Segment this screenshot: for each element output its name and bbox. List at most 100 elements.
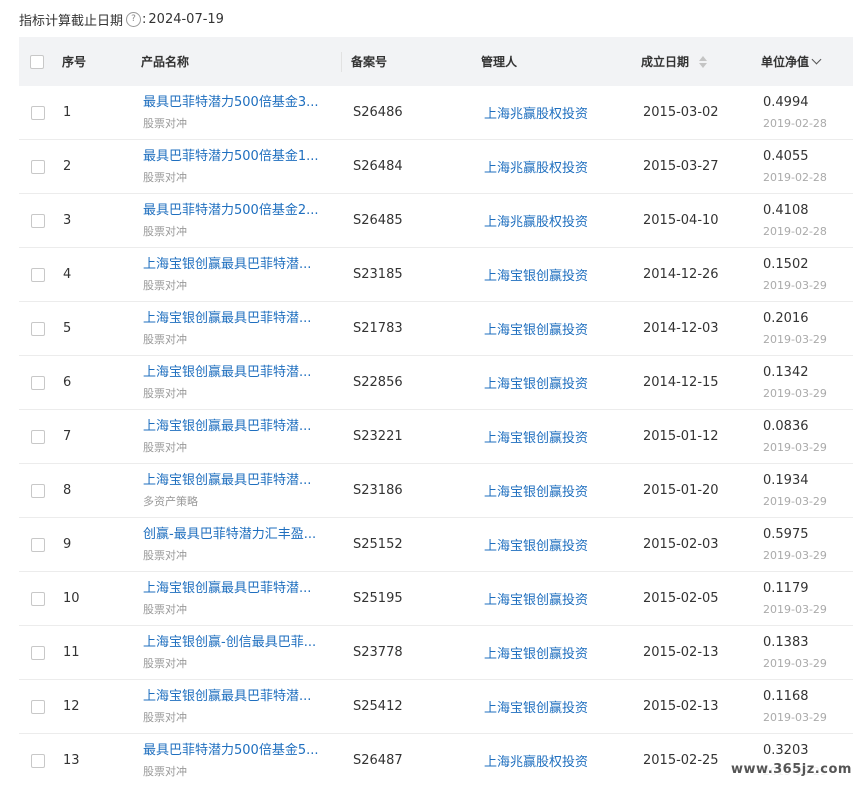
manager-link[interactable]: 上海宝银创赢投资 [484,427,588,446]
nav-value: 0.1179 [763,581,809,596]
product-name-link[interactable]: 上海宝银创赢最具巴菲特潜... [143,364,338,381]
table-body: 1 最具巴菲特潜力500倍基金3... 股票对冲 S26486 上海兆赢股权投资… [19,86,853,787]
established-date: 2015-03-02 [643,105,719,120]
product-name-link[interactable]: 上海宝银创赢最具巴菲特潜... [143,310,338,327]
cutoff-date-value: 2024-07-19 [148,11,224,27]
product-name-link[interactable]: 创赢-最具巴菲特潜力汇丰盈... [143,526,338,543]
nav-value: 0.4108 [763,203,809,218]
table-row: 3 最具巴菲特潜力500倍基金2... 股票对冲 S26485 上海兆赢股权投资… [19,194,853,248]
row-checkbox[interactable] [31,105,45,120]
product-cell: 最具巴菲特潜力500倍基金5... 股票对冲 [143,742,338,779]
nav-date: 2019-03-29 [763,657,827,670]
manager-link[interactable]: 上海宝银创赢投资 [484,697,588,716]
nav-cell: 0.1383 2019-03-29 [763,634,827,671]
manager-link[interactable]: 上海宝银创赢投资 [484,643,588,662]
row-checkbox[interactable] [31,321,45,336]
table-row: 11 上海宝银创赢-创信最具巴菲... 股票对冲 S23778 上海宝银创赢投资… [19,626,853,680]
table-row: 4 上海宝银创赢最具巴菲特潜... 股票对冲 S23185 上海宝银创赢投资 2… [19,248,853,302]
established-date: 2015-01-20 [643,483,719,498]
product-name-link[interactable]: 最具巴菲特潜力500倍基金3... [143,94,338,111]
nav-cell: 0.4994 2019-02-28 [763,94,827,131]
established-date: 2015-02-13 [643,699,719,714]
manager-cell: 上海宝银创赢投资 [484,410,588,463]
established-date: 2015-04-10 [643,213,719,228]
nav-date: 2019-03-29 [763,603,827,616]
established-date: 2014-12-15 [643,375,719,390]
established-date: 2015-01-12 [643,429,719,444]
row-select-cell [31,626,45,679]
product-name-link[interactable]: 上海宝银创赢最具巴菲特潜... [143,688,338,705]
header-established[interactable]: 成立日期 [641,37,708,86]
product-name-link[interactable]: 最具巴菲特潜力500倍基金1... [143,148,338,165]
nav-cell: 0.1342 2019-03-29 [763,364,827,401]
manager-link[interactable]: 上海宝银创赢投资 [484,265,588,284]
nav-cell: 0.1168 2019-03-29 [763,688,827,725]
sort-icon[interactable] [699,55,708,68]
watermark: www.365jz.com [731,762,852,777]
row-checkbox[interactable] [31,699,45,714]
row-select-cell [31,302,45,355]
product-cell: 上海宝银创赢最具巴菲特潜... 股票对冲 [143,310,338,347]
row-select-cell [31,464,45,517]
row-checkbox[interactable] [31,159,45,174]
manager-link[interactable]: 上海兆赢股权投资 [484,157,588,176]
column-divider[interactable] [341,52,342,72]
established-date: 2015-02-05 [643,591,719,606]
product-strategy: 股票对冲 [143,387,187,400]
product-name-link[interactable]: 上海宝银创赢最具巴菲特潜... [143,580,338,597]
chevron-down-icon[interactable] [811,54,822,65]
record-number: S23778 [353,645,403,660]
product-name-link[interactable]: 上海宝银创赢最具巴菲特潜... [143,256,338,273]
record-number: S25152 [353,537,403,552]
nav-date: 2019-03-29 [763,495,827,508]
manager-link[interactable]: 上海兆赢股权投资 [484,103,588,122]
select-all-checkbox[interactable] [30,54,44,69]
manager-cell: 上海宝银创赢投资 [484,356,588,409]
manager-link[interactable]: 上海宝银创赢投资 [484,535,588,554]
product-strategy: 股票对冲 [143,171,187,184]
row-checkbox[interactable] [31,213,45,228]
manager-link[interactable]: 上海宝银创赢投资 [484,319,588,338]
record-number: S23185 [353,267,403,282]
table-row: 7 上海宝银创赢最具巴菲特潜... 股票对冲 S23221 上海宝银创赢投资 2… [19,410,853,464]
manager-cell: 上海兆赢股权投资 [484,140,588,193]
record-number: S23221 [353,429,403,444]
row-checkbox[interactable] [31,591,45,606]
nav-date: 2019-03-29 [763,549,827,562]
row-checkbox[interactable] [31,375,45,390]
row-index: 4 [63,267,72,282]
product-name-link[interactable]: 上海宝银创赢最具巴菲特潜... [143,472,338,489]
fund-table: 序号 产品名称 备案号 管理人 成立日期 单位净值 1 最具巴菲特潜力500倍基… [19,37,853,787]
row-checkbox[interactable] [31,537,45,552]
select-all-cell [30,37,44,86]
product-name-link[interactable]: 上海宝银创赢-创信最具巴菲... [143,634,338,651]
header-established-label: 成立日期 [641,55,690,69]
row-index: 9 [63,537,72,552]
established-date: 2015-03-27 [643,159,719,174]
manager-link[interactable]: 上海宝银创赢投资 [484,589,588,608]
manager-cell: 上海兆赢股权投资 [484,86,588,139]
row-checkbox[interactable] [31,267,45,282]
product-strategy: 股票对冲 [143,765,187,778]
nav-cell: 0.1502 2019-03-29 [763,256,827,293]
manager-link[interactable]: 上海宝银创赢投资 [484,373,588,392]
record-number: S23186 [353,483,403,498]
manager-link[interactable]: 上海兆赢股权投资 [484,211,588,230]
row-checkbox[interactable] [31,645,45,660]
product-name-link[interactable]: 上海宝银创赢最具巴菲特潜... [143,418,338,435]
product-name-link[interactable]: 最具巴菲特潜力500倍基金5... [143,742,338,759]
product-name-link[interactable]: 最具巴菲特潜力500倍基金2... [143,202,338,219]
manager-link[interactable]: 上海兆赢股权投资 [484,751,588,770]
row-select-cell [31,86,45,139]
manager-cell: 上海宝银创赢投资 [484,464,588,517]
manager-link[interactable]: 上海宝银创赢投资 [484,481,588,500]
row-index: 2 [63,159,72,174]
row-checkbox[interactable] [31,753,45,768]
row-checkbox[interactable] [31,483,45,498]
row-select-cell [31,572,45,625]
help-icon[interactable]: ? [126,11,142,27]
header-nav[interactable]: 单位净值 [761,37,822,86]
row-checkbox[interactable] [31,429,45,444]
row-index: 6 [63,375,72,390]
product-strategy: 多资产策略 [143,495,198,508]
